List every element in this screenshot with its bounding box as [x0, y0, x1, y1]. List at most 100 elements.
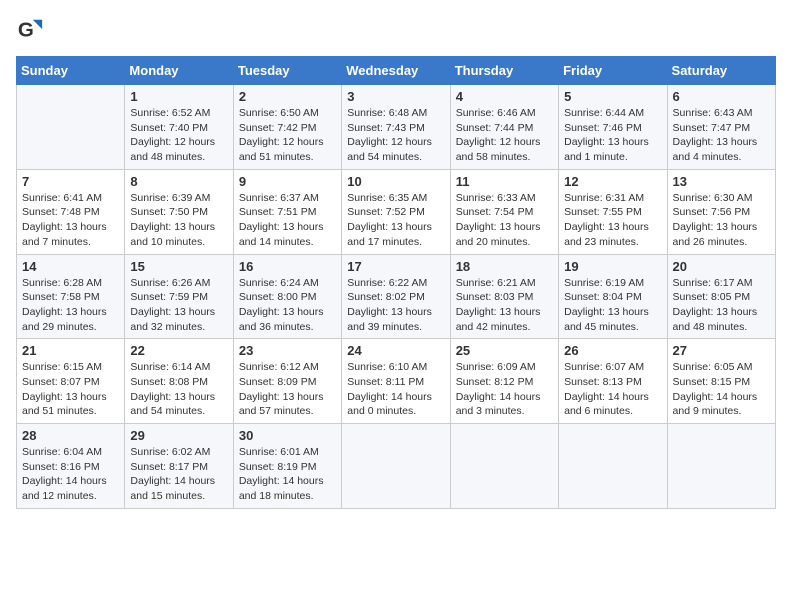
- calendar-week-row: 14Sunrise: 6:28 AMSunset: 7:58 PMDayligh…: [17, 254, 776, 339]
- calendar-cell: 10 Sunrise: 6:35 AMSunset: 7:52 PMDayligh…: [342, 169, 450, 254]
- calendar-cell: 2Sunrise: 6:50 AMSunset: 7:42 PMDaylight…: [233, 85, 341, 170]
- weekday-header-friday: Friday: [559, 57, 667, 85]
- day-number: 6: [673, 89, 770, 104]
- calendar-cell: [667, 424, 775, 509]
- calendar-cell: 18Sunrise: 6:21 AMSunset: 8:03 PMDayligh…: [450, 254, 558, 339]
- day-number: 8: [130, 174, 227, 189]
- day-info: Sunrise: 6:37 AMSunset: 7:51 PMDaylight:…: [239, 191, 336, 250]
- calendar-cell: 21Sunrise: 6:15 AMSunset: 8:07 PMDayligh…: [17, 339, 125, 424]
- day-number: 23: [239, 343, 336, 358]
- day-info: Sunrise: 6:17 AMSunset: 8:05 PMDaylight:…: [673, 276, 770, 335]
- day-info: Sunrise: 6:31 AMSunset: 7:55 PMDaylight:…: [564, 191, 661, 250]
- day-info: Sunrise: 6:22 AMSunset: 8:02 PMDaylight:…: [347, 276, 444, 335]
- day-info: Sunrise: 6:24 AMSunset: 8:00 PMDaylight:…: [239, 276, 336, 335]
- day-info: Sunrise: 6:39 AMSunset: 7:50 PMDaylight:…: [130, 191, 227, 250]
- calendar-week-row: 21Sunrise: 6:15 AMSunset: 8:07 PMDayligh…: [17, 339, 776, 424]
- weekday-header-monday: Monday: [125, 57, 233, 85]
- calendar-cell: 13Sunrise: 6:30 AMSunset: 7:56 PMDayligh…: [667, 169, 775, 254]
- calendar-cell: [559, 424, 667, 509]
- day-info: Sunrise: 6:21 AMSunset: 8:03 PMDaylight:…: [456, 276, 553, 335]
- day-number: 21: [22, 343, 119, 358]
- day-number: 4: [456, 89, 553, 104]
- calendar-cell: 26 Sunrise: 6:07 AMSunset: 8:13 PMDayligh…: [559, 339, 667, 424]
- page-header: G: [16, 16, 776, 44]
- day-number: 27: [673, 343, 770, 358]
- day-info: Sunrise: 6:33 AMSunset: 7:54 PMDaylight:…: [456, 191, 553, 250]
- calendar-cell: 17 Sunrise: 6:22 AMSunset: 8:02 PMDayligh…: [342, 254, 450, 339]
- calendar-cell: 4 Sunrise: 6:46 AMSunset: 7:44 PMDaylight…: [450, 85, 558, 170]
- weekday-header-row: SundayMondayTuesdayWednesdayThursdayFrid…: [17, 57, 776, 85]
- day-number: 2: [239, 89, 336, 104]
- calendar-cell: 28 Sunrise: 6:04 AMSunset: 8:16 PMDayligh…: [17, 424, 125, 509]
- day-info: Sunrise: 6:04 AMSunset: 8:16 PMDaylight:…: [22, 445, 119, 504]
- weekday-header-sunday: Sunday: [17, 57, 125, 85]
- day-info: Sunrise: 6:35 AMSunset: 7:52 PMDaylight:…: [347, 191, 444, 250]
- calendar-cell: 12 Sunrise: 6:31 AMSunset: 7:55 PMDayligh…: [559, 169, 667, 254]
- day-info: Sunrise: 6:19 AMSunset: 8:04 PMDaylight:…: [564, 276, 661, 335]
- day-info: Sunrise: 6:01 AMSunset: 8:19 PMDaylight:…: [239, 445, 336, 504]
- calendar-cell: 3 Sunrise: 6:48 AMSunset: 7:43 PMDaylight…: [342, 85, 450, 170]
- weekday-header-wednesday: Wednesday: [342, 57, 450, 85]
- day-number: 13: [673, 174, 770, 189]
- day-info: Sunrise: 6:14 AMSunset: 8:08 PMDaylight:…: [130, 360, 227, 419]
- calendar-cell: 8 Sunrise: 6:39 AMSunset: 7:50 PMDaylight…: [125, 169, 233, 254]
- weekday-header-thursday: Thursday: [450, 57, 558, 85]
- day-number: 17: [347, 259, 444, 274]
- day-number: 15: [130, 259, 227, 274]
- day-number: 25: [456, 343, 553, 358]
- calendar-week-row: 28 Sunrise: 6:04 AMSunset: 8:16 PMDayligh…: [17, 424, 776, 509]
- calendar-cell: 11 Sunrise: 6:33 AMSunset: 7:54 PMDayligh…: [450, 169, 558, 254]
- calendar-cell: 6 Sunrise: 6:43 AMSunset: 7:47 PMDaylight…: [667, 85, 775, 170]
- day-number: 26: [564, 343, 661, 358]
- day-info: Sunrise: 6:46 AMSunset: 7:44 PMDaylight:…: [456, 106, 553, 165]
- day-number: 30: [239, 428, 336, 443]
- day-number: 1: [130, 89, 227, 104]
- day-number: 5: [564, 89, 661, 104]
- day-info: Sunrise: 6:07 AMSunset: 8:13 PMDaylight:…: [564, 360, 661, 419]
- day-number: 29: [130, 428, 227, 443]
- day-number: 10: [347, 174, 444, 189]
- day-number: 20: [673, 259, 770, 274]
- calendar-cell: 29 Sunrise: 6:02 AMSunset: 8:17 PMDayligh…: [125, 424, 233, 509]
- day-info: Sunrise: 6:02 AMSunset: 8:17 PMDaylight:…: [130, 445, 227, 504]
- day-number: 3: [347, 89, 444, 104]
- calendar-week-row: 1 Sunrise: 6:52 AMSunset: 7:40 PMDaylight…: [17, 85, 776, 170]
- day-info: Sunrise: 6:28 AMSunset: 7:58 PMDaylight:…: [22, 276, 119, 335]
- day-info: Sunrise: 6:09 AMSunset: 8:12 PMDaylight:…: [456, 360, 553, 419]
- day-info: Sunrise: 6:10 AMSunset: 8:11 PMDaylight:…: [347, 360, 444, 419]
- calendar-cell: 5 Sunrise: 6:44 AMSunset: 7:46 PMDaylight…: [559, 85, 667, 170]
- day-number: 12: [564, 174, 661, 189]
- calendar-cell: 22 Sunrise: 6:14 AMSunset: 8:08 PMDayligh…: [125, 339, 233, 424]
- calendar-cell: 30 Sunrise: 6:01 AMSunset: 8:19 PMDayligh…: [233, 424, 341, 509]
- day-info: Sunrise: 6:12 AMSunset: 8:09 PMDaylight:…: [239, 360, 336, 419]
- calendar-cell: [17, 85, 125, 170]
- day-number: 16: [239, 259, 336, 274]
- calendar-cell: 23 Sunrise: 6:12 AMSunset: 8:09 PMDayligh…: [233, 339, 341, 424]
- day-number: 22: [130, 343, 227, 358]
- calendar-table: SundayMondayTuesdayWednesdayThursdayFrid…: [16, 56, 776, 509]
- svg-text:G: G: [18, 19, 34, 42]
- calendar-cell: 14Sunrise: 6:28 AMSunset: 7:58 PMDayligh…: [17, 254, 125, 339]
- logo-icon: G: [16, 16, 44, 44]
- day-number: 24: [347, 343, 444, 358]
- weekday-header-tuesday: Tuesday: [233, 57, 341, 85]
- day-info: Sunrise: 6:43 AMSunset: 7:47 PMDaylight:…: [673, 106, 770, 165]
- calendar-week-row: 7 Sunrise: 6:41 AMSunset: 7:48 PMDaylight…: [17, 169, 776, 254]
- day-info: Sunrise: 6:44 AMSunset: 7:46 PMDaylight:…: [564, 106, 661, 165]
- day-number: 7: [22, 174, 119, 189]
- day-info: Sunrise: 6:41 AMSunset: 7:48 PMDaylight:…: [22, 191, 119, 250]
- calendar-cell: 15Sunrise: 6:26 AMSunset: 7:59 PMDayligh…: [125, 254, 233, 339]
- logo: G: [16, 16, 46, 44]
- day-info: Sunrise: 6:48 AMSunset: 7:43 PMDaylight:…: [347, 106, 444, 165]
- day-number: 9: [239, 174, 336, 189]
- day-number: 11: [456, 174, 553, 189]
- calendar-cell: 16 Sunrise: 6:24 AMSunset: 8:00 PMDayligh…: [233, 254, 341, 339]
- calendar-cell: 19Sunrise: 6:19 AMSunset: 8:04 PMDayligh…: [559, 254, 667, 339]
- calendar-cell: 7 Sunrise: 6:41 AMSunset: 7:48 PMDaylight…: [17, 169, 125, 254]
- calendar-cell: 1 Sunrise: 6:52 AMSunset: 7:40 PMDaylight…: [125, 85, 233, 170]
- calendar-cell: [342, 424, 450, 509]
- calendar-cell: [450, 424, 558, 509]
- weekday-header-saturday: Saturday: [667, 57, 775, 85]
- day-number: 28: [22, 428, 119, 443]
- day-info: Sunrise: 6:52 AMSunset: 7:40 PMDaylight:…: [130, 106, 227, 165]
